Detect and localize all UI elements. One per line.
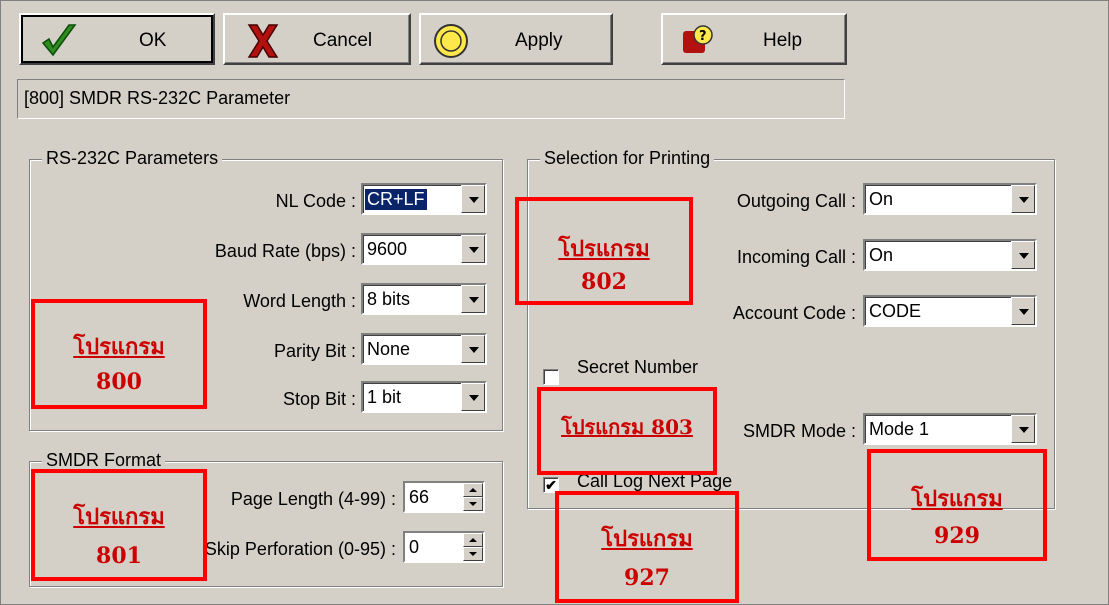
stop-bit-value: 1 bit: [367, 387, 402, 407]
printing-group-title: Selection for Printing: [540, 148, 715, 169]
stop-bit-select[interactable]: 1 bit: [361, 381, 487, 413]
smdr-mode-label: SMDR Mode :: [742, 421, 856, 441]
parity-bit-label: Parity Bit :: [273, 341, 356, 361]
nl-code-label: NL Code :: [275, 191, 356, 211]
skip-perforation-value: 0: [409, 537, 420, 557]
chevron-down-icon[interactable]: [461, 235, 485, 263]
annotation-929-line1: โปรแกรม: [911, 486, 1003, 512]
chevron-down-icon[interactable]: [461, 185, 485, 213]
secret-number-checkbox[interactable]: [543, 369, 559, 385]
spin-down-icon[interactable]: [463, 497, 483, 511]
incoming-call-select[interactable]: On: [863, 239, 1037, 271]
account-code-select[interactable]: CODE: [863, 295, 1037, 327]
spin-up-icon[interactable]: [463, 533, 483, 547]
apply-label: Apply: [515, 30, 563, 51]
help-icon: ?: [683, 25, 713, 53]
help-button[interactable]: ? Help: [661, 13, 847, 65]
svg-text:?: ?: [699, 29, 707, 44]
annotation-927-line1: โปรแกรม: [601, 526, 693, 552]
annotation-929-line2: 929: [934, 523, 980, 549]
apply-circle-icon: [434, 24, 468, 58]
annotation-program-803: โปรแกรม 803: [537, 387, 717, 475]
rs232-group-title: RS-232C Parameters: [42, 148, 223, 169]
annotation-802-line2: 802: [581, 269, 627, 295]
chevron-down-icon[interactable]: [461, 335, 485, 363]
smdr-mode-select[interactable]: Mode 1: [863, 413, 1037, 445]
cancel-button[interactable]: Cancel: [223, 13, 411, 65]
annotation-801-line2: 801: [96, 543, 142, 569]
word-length-value: 8 bits: [367, 289, 411, 309]
spin-down-icon[interactable]: [463, 547, 483, 561]
smdr-format-group-title: SMDR Format: [42, 450, 166, 471]
incoming-call-value: On: [869, 245, 894, 265]
baud-rate-label: Baud Rate (bps) :: [214, 241, 356, 261]
page-title: [800] SMDR RS-232C Parameter: [17, 79, 845, 119]
skip-perforation-label: Skip Perforation (0-95) :: [204, 539, 396, 559]
ok-button[interactable]: OK: [19, 13, 215, 65]
annotation-program-929: โปรแกรม 929: [867, 449, 1047, 561]
parity-bit-select[interactable]: None: [361, 333, 487, 365]
account-code-value: CODE: [869, 301, 922, 321]
secret-number-label: Secret Number: [577, 357, 699, 377]
outgoing-call-select[interactable]: On: [863, 183, 1037, 215]
smdr-dialog: OK Cancel Apply ? Help [800] SMDR RS-232…: [0, 0, 1109, 605]
annotation-program-801: โปรแกรม 801: [31, 469, 207, 581]
annotation-801-line1: โปรแกรม: [73, 504, 165, 530]
x-icon: [247, 24, 279, 58]
chevron-down-icon[interactable]: [1011, 415, 1035, 443]
chevron-down-icon[interactable]: [461, 383, 485, 411]
word-length-select[interactable]: 8 bits: [361, 283, 487, 315]
parity-bit-value: None: [367, 339, 411, 359]
account-code-label: Account Code :: [732, 303, 856, 323]
chevron-down-icon[interactable]: [1011, 185, 1035, 213]
smdr-mode-value: Mode 1: [869, 419, 930, 439]
nl-code-select[interactable]: CR+LF: [361, 183, 487, 215]
ok-label: OK: [139, 30, 167, 51]
page-length-stepper[interactable]: 66: [403, 481, 485, 513]
annotation-program-800: โปรแกรม 800: [31, 299, 207, 409]
checkmark-icon: [41, 24, 77, 57]
apply-button[interactable]: Apply: [419, 13, 613, 65]
page-length-value: 66: [409, 487, 430, 507]
nl-code-value: CR+LF: [365, 189, 427, 210]
incoming-call-label: Incoming Call :: [736, 247, 856, 267]
spin-up-icon[interactable]: [463, 483, 483, 497]
annotation-927-line2: 927: [624, 565, 670, 591]
skip-perforation-stepper[interactable]: 0: [403, 531, 485, 563]
annotation-program-927: โปรแกรม 927: [555, 491, 739, 603]
page-length-label: Page Length (4-99) :: [230, 489, 396, 509]
outgoing-call-label: Outgoing Call :: [736, 191, 856, 211]
annotation-program-802: โปรแกรม 802: [515, 197, 693, 305]
cancel-label: Cancel: [313, 30, 373, 51]
chevron-down-icon[interactable]: [1011, 241, 1035, 269]
chevron-down-icon[interactable]: [461, 285, 485, 313]
baud-rate-select[interactable]: 9600: [361, 233, 487, 265]
baud-rate-value: 9600: [367, 239, 408, 259]
annotation-802-line1: โปรแกรม: [558, 236, 650, 262]
outgoing-call-value: On: [869, 189, 894, 209]
word-length-label: Word Length :: [243, 291, 356, 311]
annotation-800-line1: โปรแกรม: [73, 334, 165, 360]
annotation-803-line1: โปรแกรม 803: [561, 415, 693, 439]
help-label: Help: [763, 30, 803, 51]
annotation-800-line2: 800: [96, 369, 142, 395]
stop-bit-label: Stop Bit :: [282, 389, 356, 409]
chevron-down-icon[interactable]: [1011, 297, 1035, 325]
